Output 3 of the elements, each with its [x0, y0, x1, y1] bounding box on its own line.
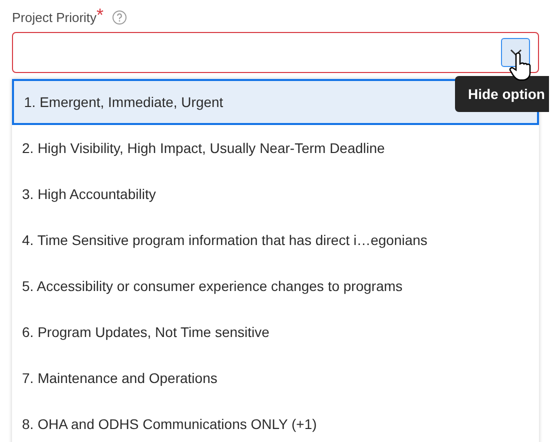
required-mark: *: [96, 8, 104, 22]
tooltip: Hide option: [455, 76, 549, 112]
field-label: Project Priority: [12, 10, 97, 27]
